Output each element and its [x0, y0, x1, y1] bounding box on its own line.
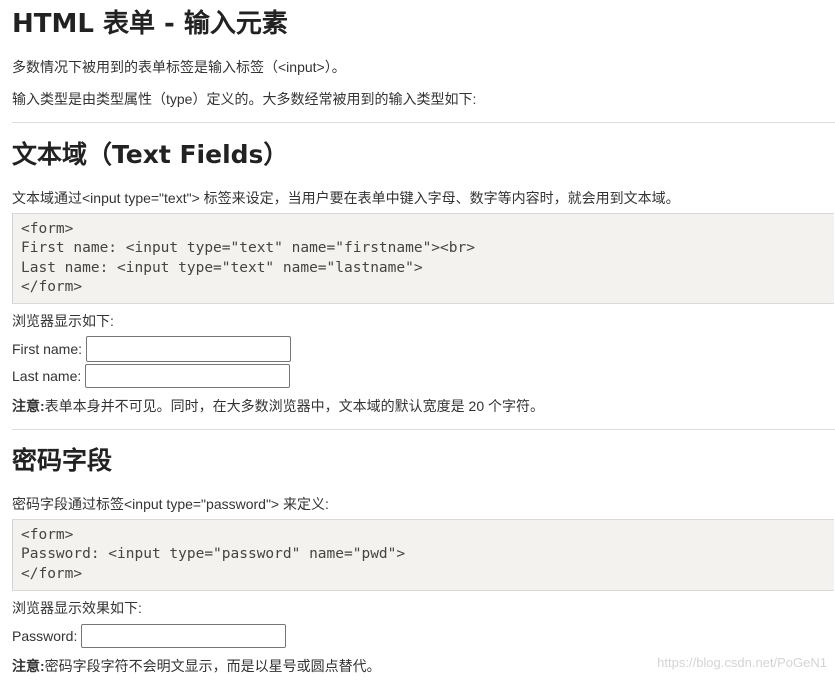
- password-description: 密码字段通过标签<input type="password"> 来定义:: [12, 496, 329, 512]
- intro-line-2: 输入类型是由类型属性（type）定义的。大多数经常被用到的输入类型如下:: [12, 91, 477, 107]
- last-name-label: Last name:: [12, 368, 82, 384]
- last-name-input[interactable]: [85, 364, 291, 388]
- divider: [12, 122, 835, 123]
- password-display-label: 浏览器显示效果如下:: [12, 600, 142, 616]
- page-title: HTML 表单 - 输入元素: [12, 9, 288, 39]
- divider: [12, 429, 835, 430]
- first-name-input[interactable]: [86, 336, 292, 362]
- password-input[interactable]: [81, 624, 287, 648]
- watermark: https://blog.csdn.net/PoGeN1: [657, 655, 827, 670]
- text-fields-heading: 文本域（Text Fields）: [12, 140, 289, 169]
- text-fields-code-block: <form> First name: <input type="text" na…: [12, 213, 834, 305]
- password-row: Password:: [12, 624, 287, 648]
- intro-line-1: 多数情况下被用到的表单标签是输入标签（<input>）。: [12, 59, 346, 75]
- last-name-row: Last name:: [12, 364, 291, 388]
- note-text: 密码字段字符不会明文显示，而是以星号或圆点替代。: [44, 658, 381, 674]
- first-name-label: First name:: [12, 341, 83, 357]
- note-label: 注意:: [12, 658, 45, 674]
- text-fields-note: 注意:表单本身并不可见。同时，在大多数浏览器中，文本域的默认宽度是 20 个字符…: [12, 397, 544, 415]
- note-text: 表单本身并不可见。同时，在大多数浏览器中，文本域的默认宽度是 20 个字符。: [44, 398, 545, 414]
- password-code-block: <form> Password: <input type="password" …: [12, 519, 834, 591]
- first-name-row: First name:: [12, 336, 292, 362]
- text-fields-description: 文本域通过<input type="text"> 标签来设定，当用户要在表单中键…: [12, 190, 680, 206]
- password-label: Password:: [12, 628, 78, 644]
- password-note: 注意:密码字段字符不会明文显示，而是以星号或圆点替代。: [12, 657, 381, 675]
- note-label: 注意:: [12, 398, 45, 414]
- text-fields-display-label: 浏览器显示如下:: [12, 313, 114, 329]
- password-heading: 密码字段: [12, 446, 113, 475]
